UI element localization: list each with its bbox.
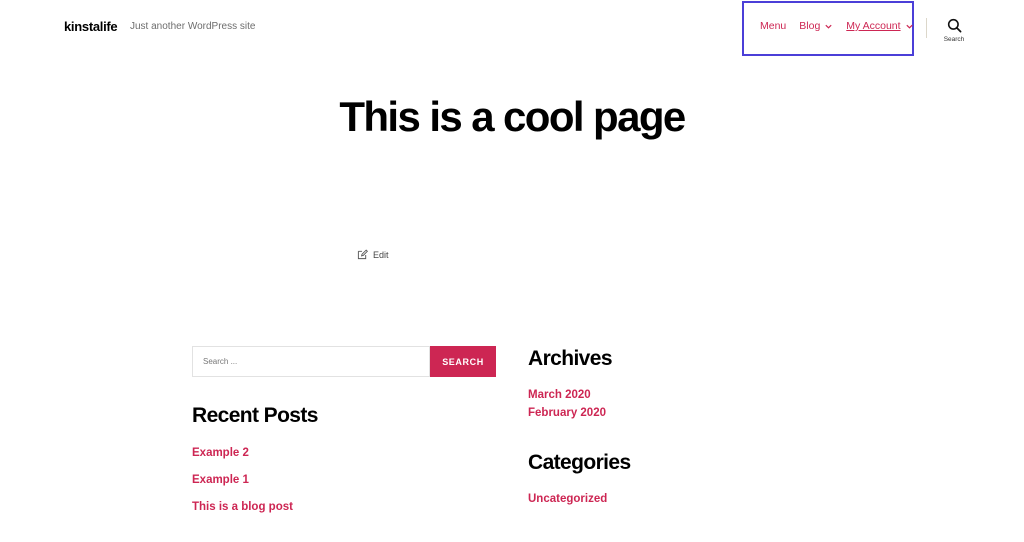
primary-nav: Menu Blog My Account [760, 20, 914, 32]
header-divider [926, 18, 927, 38]
nav-item-menu[interactable]: Menu [760, 20, 786, 32]
site-title[interactable]: kinstalife [64, 19, 118, 34]
page-title: This is a cool page [339, 93, 686, 140]
recent-post-link[interactable]: Example 1 [192, 474, 249, 486]
site-description: Just another WordPress site [130, 21, 256, 32]
recent-post-link[interactable]: This is a blog post [192, 501, 293, 513]
search-submit-button[interactable]: SEARCH [430, 346, 496, 377]
search-toggle-label: Search [943, 36, 965, 43]
edit-icon [357, 249, 368, 260]
edit-link[interactable]: Edit [357, 249, 389, 260]
nav-item-label: Blog [799, 20, 821, 32]
edit-label: Edit [373, 249, 389, 260]
chevron-down-icon[interactable] [824, 22, 833, 31]
page: kinstalife Just another WordPress site M… [0, 0, 1024, 542]
nav-item-label: Menu [760, 20, 787, 32]
archive-link[interactable]: March 2020 [528, 389, 591, 401]
search-form: SEARCH [192, 346, 496, 377]
search-icon [947, 18, 961, 33]
recent-posts-title: Recent Posts [192, 404, 318, 427]
nav-item-blog[interactable]: Blog [799, 20, 833, 32]
recent-post-link[interactable]: Example 2 [192, 447, 249, 459]
chevron-down-icon[interactable] [905, 22, 914, 31]
nav-item-my-account[interactable]: My Account [846, 20, 913, 32]
archive-link[interactable]: February 2020 [528, 407, 606, 419]
nav-item-label: My Account [846, 20, 901, 32]
archives-title: Archives [528, 347, 613, 370]
search-input[interactable] [192, 346, 430, 377]
category-link[interactable]: Uncategorized [528, 493, 607, 505]
partial-widget-title [528, 534, 550, 542]
search-toggle-button[interactable]: Search [938, 18, 970, 48]
categories-title: Categories [528, 451, 631, 474]
